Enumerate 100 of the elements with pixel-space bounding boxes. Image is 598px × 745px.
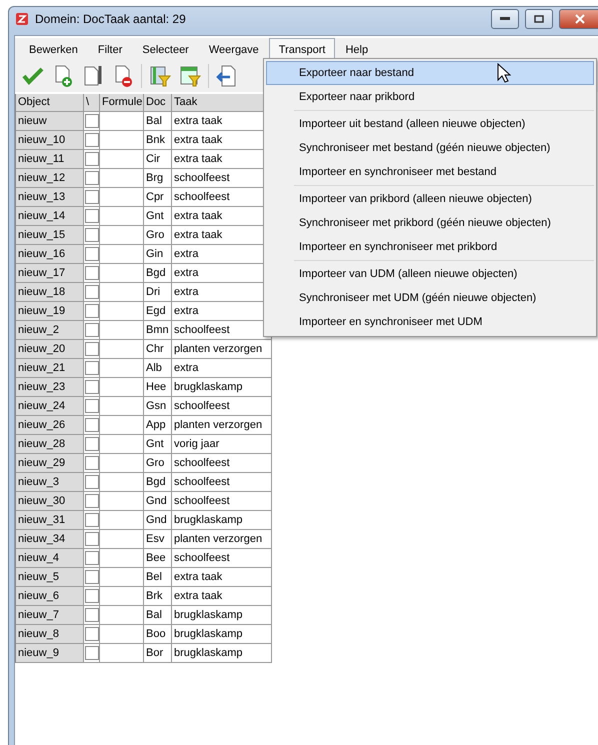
row-header: nieuw_15 — [16, 226, 84, 245]
table-cell: Bor — [144, 644, 172, 663]
checkbox[interactable] — [84, 190, 98, 204]
table-cell: Gro — [144, 226, 172, 245]
checkbox[interactable] — [84, 323, 98, 337]
table-cell: Gsn — [144, 397, 172, 416]
table-cell: Bee — [144, 549, 172, 568]
table-filter-icon[interactable] — [178, 64, 202, 88]
checkbox[interactable] — [84, 589, 98, 603]
column-header[interactable]: Object — [16, 94, 84, 112]
row-header: nieuw — [16, 112, 84, 131]
table-cell: Gnd — [144, 511, 172, 530]
checkbox[interactable] — [84, 133, 98, 147]
checkbox[interactable] — [84, 247, 98, 261]
table-cell: schoolfeest — [172, 473, 272, 492]
table-cell: Gro — [144, 454, 172, 473]
checkbox[interactable] — [84, 342, 98, 356]
table-cell: Bel — [144, 568, 172, 587]
row-header: nieuw_5 — [16, 568, 84, 587]
checkbox[interactable] — [84, 399, 98, 413]
checkbox[interactable] — [84, 418, 98, 432]
row-header: nieuw_24 — [16, 397, 84, 416]
menu-item[interactable]: Weergave — [198, 38, 269, 60]
row-header: nieuw_6 — [16, 587, 84, 606]
checkbox[interactable] — [84, 361, 98, 375]
table-cell: Brk — [144, 587, 172, 606]
table-cell: Egd — [144, 302, 172, 321]
minimize-button[interactable] — [491, 9, 519, 29]
table-cell: planten verzorgen — [172, 530, 272, 549]
table-cell: Gnt — [144, 435, 172, 454]
checkbox[interactable] — [84, 152, 98, 166]
table-cell: schoolfeest — [172, 454, 272, 473]
menu-item[interactable]: Help — [335, 38, 378, 60]
checkbox[interactable] — [84, 570, 98, 584]
minimize-icon — [500, 17, 510, 21]
checkbox[interactable] — [84, 171, 98, 185]
menu-item[interactable]: Selecteer — [132, 38, 199, 60]
row-header: nieuw_17 — [16, 264, 84, 283]
checkbox[interactable] — [84, 494, 98, 508]
checkbox[interactable] — [84, 437, 98, 451]
maximize-icon — [534, 15, 544, 23]
table-cell: schoolfeest — [172, 492, 272, 511]
table-cell: extra taak — [172, 587, 272, 606]
column-header[interactable]: \ — [84, 94, 100, 112]
checkbox[interactable] — [84, 532, 98, 546]
checkbox[interactable] — [84, 456, 98, 470]
row-header: nieuw_23 — [16, 378, 84, 397]
menu-item[interactable]: Bewerken — [19, 38, 88, 60]
checkbox[interactable] — [84, 380, 98, 394]
checkbox[interactable] — [84, 627, 98, 641]
row-header: nieuw_7 — [16, 606, 84, 625]
table-cell: Gnd — [144, 492, 172, 511]
window-title: Domein: DocTaak aantal: 29 — [35, 12, 187, 26]
row-header: nieuw_28 — [16, 435, 84, 454]
row-header: nieuw_19 — [16, 302, 84, 321]
row-header: nieuw_29 — [16, 454, 84, 473]
table-cell: schoolfeest — [172, 549, 272, 568]
table-cell: Dri — [144, 283, 172, 302]
checkbox[interactable] — [84, 551, 98, 565]
checkbox[interactable] — [84, 266, 98, 280]
menu-option[interactable]: Exporteer naar bestand — [266, 61, 594, 85]
row-header: nieuw_2 — [16, 321, 84, 340]
row-header: nieuw_8 — [16, 625, 84, 644]
checkbox[interactable] — [84, 114, 98, 128]
checkbox[interactable] — [84, 285, 98, 299]
row-header: nieuw_11 — [16, 150, 84, 169]
table-cell: Chr — [144, 340, 172, 359]
close-button[interactable] — [559, 9, 598, 29]
menu-item[interactable]: Transport — [268, 38, 336, 60]
table-cell: brugklaskamp — [172, 606, 272, 625]
checkbox[interactable] — [84, 304, 98, 318]
row-header: nieuw_13 — [16, 188, 84, 207]
checkbox[interactable] — [84, 646, 98, 660]
column-header[interactable]: Doc — [144, 94, 172, 112]
row-header: nieuw_14 — [16, 207, 84, 226]
table-cell: planten verzorgen — [172, 416, 272, 435]
table-cell: Alb — [144, 359, 172, 378]
table-cell: Bal — [144, 606, 172, 625]
checkbox[interactable] — [84, 475, 98, 489]
table-cell: schoolfeest — [172, 397, 272, 416]
table-cell: brugklaskamp — [172, 625, 272, 644]
row-header: nieuw_26 — [16, 416, 84, 435]
checkbox[interactable] — [84, 513, 98, 527]
table-cell: Gin — [144, 245, 172, 264]
row-header: nieuw_30 — [16, 492, 84, 511]
table-cell: Brg — [144, 169, 172, 188]
row-header: nieuw_16 — [16, 245, 84, 264]
maximize-button[interactable] — [525, 9, 553, 29]
checkbox[interactable] — [84, 608, 98, 622]
table-cell: Hee — [144, 378, 172, 397]
table-cell: brugklaskamp — [172, 511, 272, 530]
checkbox[interactable] — [84, 228, 98, 242]
column-header[interactable]: Formule — [100, 94, 144, 112]
row-header: nieuw_12 — [16, 169, 84, 188]
menu-item[interactable]: Filter — [88, 38, 132, 60]
checkbox[interactable] — [84, 209, 98, 223]
row-header: nieuw_31 — [16, 511, 84, 530]
table-cell: planten verzorgen — [172, 340, 272, 359]
table-cell: Esv — [144, 530, 172, 549]
column-filter-icon[interactable] — [148, 64, 172, 88]
